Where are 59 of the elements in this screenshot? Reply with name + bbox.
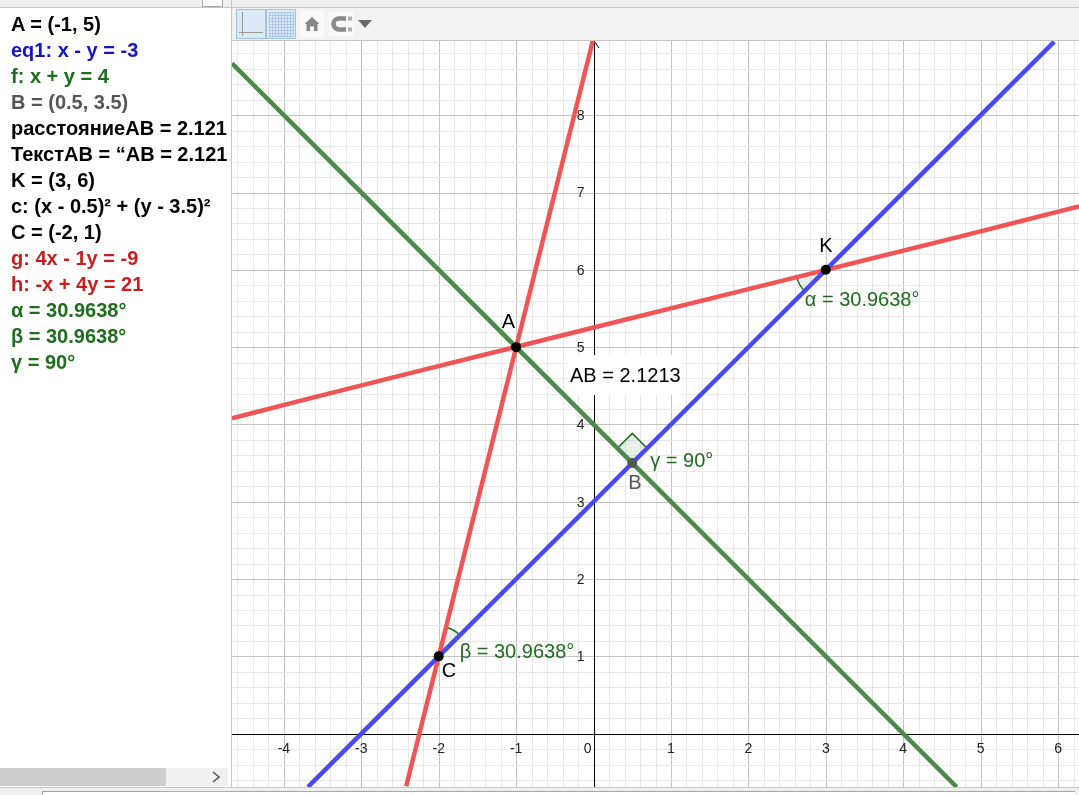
x-tick-label: -2: [432, 740, 445, 757]
distance-text: AB = 2.1213: [568, 354, 683, 395]
algebra-entry[interactable]: f: x + y = 4: [11, 63, 109, 89]
algebra-entry[interactable]: γ = 90°: [11, 349, 76, 375]
x-tick-label: 2: [744, 740, 753, 757]
y-tick-label: 4: [576, 416, 585, 433]
point-marker: [511, 342, 522, 353]
grid-icon: [268, 11, 294, 37]
x-tick-label: 5: [976, 740, 985, 757]
y-tick-label: 2: [576, 570, 585, 587]
point-label: K: [819, 233, 833, 256]
angle-label: β = 30.9638°: [459, 640, 575, 663]
magnet-icon: [330, 15, 353, 33]
home-icon: [304, 16, 320, 32]
x-tick-label: -3: [355, 740, 368, 757]
y-tick-label: 7: [576, 184, 585, 201]
algebra-entry[interactable]: A = (-1, 5): [11, 11, 101, 37]
y-tick-label: 5: [576, 339, 585, 355]
algebra-entry[interactable]: β = 30.9638°: [11, 323, 127, 349]
algebra-entry[interactable]: K = (3, 6): [11, 167, 95, 193]
horizontal-scrollbar[interactable]: [0, 768, 228, 786]
x-tick-label: -1: [509, 740, 523, 757]
y-tick-label: 8: [576, 107, 585, 124]
x-tick-label: 0: [583, 740, 592, 757]
algebra-entry[interactable]: g: 4x - 1y = -9: [11, 245, 139, 271]
y-tick-label: 1: [576, 648, 585, 665]
point-marker: [433, 651, 444, 662]
angle-label: α = 30.9638°: [804, 287, 920, 310]
algebra-entry[interactable]: расстояниеAB = 2.121: [11, 115, 227, 141]
point-marker: [820, 264, 831, 275]
input-field[interactable]: [42, 791, 1075, 795]
y-tick-label: 6: [576, 261, 585, 278]
point-label: C: [441, 659, 457, 682]
algebra-entry[interactable]: C = (-2, 1): [11, 219, 102, 245]
algebra-entry[interactable]: α = 30.9638°: [11, 297, 127, 323]
x-tick-label: 6: [1054, 740, 1062, 757]
grid-toggle-button[interactable]: [266, 9, 296, 39]
algebra-entry[interactable]: B = (0.5, 3.5): [11, 89, 129, 115]
scrollbar-thumb[interactable]: [0, 768, 166, 786]
point-label: B: [628, 471, 642, 494]
caret-icon: [358, 20, 372, 28]
panel-toggle-button[interactable]: [202, 0, 223, 7]
y-tick-label: 3: [576, 493, 585, 510]
axes-toggle-button[interactable]: [236, 9, 266, 39]
algebra-entry[interactable]: ТекстAB = “AB = 2.121: [11, 141, 228, 167]
home-button[interactable]: [300, 11, 324, 37]
x-tick-label: 4: [899, 740, 908, 757]
algebra-entry[interactable]: c: (x - 0.5)² + (y - 3.5)²: [11, 193, 211, 219]
chevron-right-icon: [212, 771, 220, 783]
algebra-entry[interactable]: eq1: x - y = -3: [11, 37, 139, 63]
axes-icon: [238, 11, 264, 37]
x-tick-label: -4: [277, 740, 291, 757]
point-label: A: [501, 310, 516, 333]
algebra-entry[interactable]: h: -x + 4y = 21: [11, 271, 144, 297]
point-marker: [627, 458, 638, 469]
x-tick-label: 3: [821, 740, 830, 757]
point-capture-button[interactable]: [328, 11, 373, 37]
x-tick-label: 1: [667, 740, 675, 757]
angle-label: γ = 90°: [650, 449, 714, 472]
